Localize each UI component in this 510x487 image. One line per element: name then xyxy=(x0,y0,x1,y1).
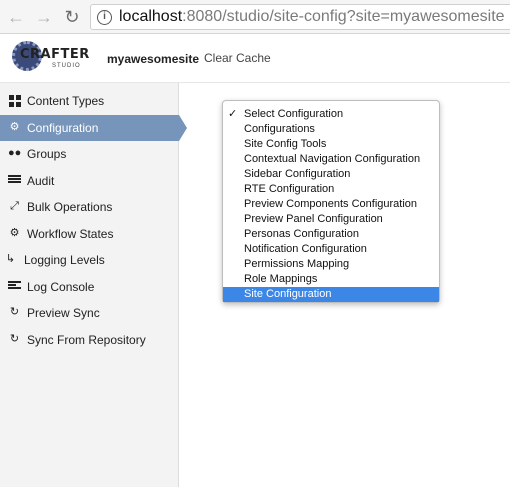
option-rte-configuration[interactable]: RTE Configuration xyxy=(223,182,439,197)
option-configurations[interactable]: Configurations xyxy=(223,122,439,137)
refresh-icon: ↻ xyxy=(9,306,20,318)
logo-text: CRAFTER xyxy=(20,47,90,62)
reload-icon[interactable]: ↻ xyxy=(62,7,82,27)
sidebar: Content Types ⚙ Configuration ●● Groups … xyxy=(0,83,187,487)
option-label: Preview Components Configuration xyxy=(244,198,418,210)
option-permissions-mapping[interactable]: Permissions Mapping xyxy=(223,257,439,272)
sidebar-item-content-types[interactable]: Content Types xyxy=(0,88,179,114)
align-left-icon xyxy=(8,280,21,293)
site-name[interactable]: myawesomesite xyxy=(107,52,199,66)
option-site-config-tools[interactable]: Site Config Tools xyxy=(223,137,439,152)
option-sidebar-configuration[interactable]: Sidebar Configuration xyxy=(223,167,439,182)
option-personas-configuration[interactable]: Personas Configuration xyxy=(223,227,439,242)
option-preview-panel-configuration[interactable]: Preview Panel Configuration xyxy=(223,212,439,227)
sidebar-item-audit[interactable]: Audit xyxy=(0,168,179,194)
option-label: RTE Configuration xyxy=(244,183,335,195)
option-label: Site Configuration xyxy=(244,288,332,300)
sidebar-item-label: Groups xyxy=(27,147,67,161)
option-label: Site Config Tools xyxy=(244,138,327,150)
cog-icon: ⚙ xyxy=(9,227,20,239)
option-label: Notification Configuration xyxy=(244,243,367,255)
option-select-configuration[interactable]: ✓ Select Configuration xyxy=(223,107,439,122)
sidebar-item-log-console[interactable]: Log Console xyxy=(0,274,179,300)
url-text[interactable]: localhost:8080/studio/site-config?site=m… xyxy=(119,8,505,26)
option-label: Permissions Mapping xyxy=(244,258,350,270)
option-notification-configuration[interactable]: Notification Configuration xyxy=(223,242,439,257)
grid-icon xyxy=(8,94,21,107)
sidebar-item-label: Configuration xyxy=(27,121,99,135)
app-header: CRAFTER STUDIO myawesomesite Clear Cache xyxy=(0,35,510,83)
logo-subtext: STUDIO xyxy=(52,63,81,69)
url-host: localhost xyxy=(119,8,183,25)
option-site-configuration[interactable]: Site Configuration xyxy=(223,287,439,302)
back-arrow-icon[interactable]: ← xyxy=(6,7,26,27)
sidebar-item-sync-from-repository[interactable]: ↻ Sync From Repository xyxy=(0,327,179,353)
sidebar-item-groups[interactable]: ●● Groups xyxy=(0,141,179,167)
sidebar-item-label: Preview Sync xyxy=(27,306,100,320)
option-label: Contextual Navigation Configuration xyxy=(244,153,421,165)
option-label: Preview Panel Configuration xyxy=(244,213,383,225)
users-icon: ●● xyxy=(8,147,22,159)
list-icon xyxy=(8,174,21,187)
option-contextual-navigation-configuration[interactable]: Contextual Navigation Configuration xyxy=(223,152,439,167)
sidebar-item-configuration[interactable]: ⚙ Configuration xyxy=(0,115,187,141)
configuration-select-dropdown[interactable]: ✓ Select Configuration Configurations Sit… xyxy=(222,100,440,303)
sidebar-item-label: Workflow States xyxy=(27,227,114,241)
sidebar-item-label: Content Types xyxy=(27,94,105,108)
option-label: Configurations xyxy=(244,123,315,135)
expand-icon: ⤢ xyxy=(10,200,19,212)
level-down-icon: ↳ xyxy=(5,253,16,265)
info-icon[interactable]: i xyxy=(97,10,112,25)
sidebar-item-label: Bulk Operations xyxy=(27,200,113,214)
sidebar-item-label: Audit xyxy=(27,174,55,188)
url-path: :8080/studio/site-config?site=myawesomes… xyxy=(182,8,505,25)
browser-toolbar: ← → ↻ i localhost:8080/studio/site-confi… xyxy=(0,0,510,34)
checkmark-icon: ✓ xyxy=(228,108,238,120)
sidebar-item-preview-sync[interactable]: ↻ Preview Sync xyxy=(0,300,179,326)
option-label: Role Mappings xyxy=(244,273,318,285)
sidebar-item-bulk-operations[interactable]: ⤢ Bulk Operations xyxy=(0,194,179,220)
sidebar-item-logging-levels[interactable]: ↳ Logging Levels xyxy=(0,247,179,273)
address-bar[interactable]: i localhost:8080/studio/site-config?site… xyxy=(90,4,510,30)
refresh-icon: ↻ xyxy=(9,333,20,345)
forward-arrow-icon[interactable]: → xyxy=(34,7,54,27)
crafter-logo[interactable]: CRAFTER STUDIO xyxy=(12,39,89,77)
option-label: Sidebar Configuration xyxy=(244,168,351,180)
option-preview-components-configuration[interactable]: Preview Components Configuration xyxy=(223,197,439,212)
gear-icon: ⚙ xyxy=(9,121,20,133)
option-role-mappings[interactable]: Role Mappings xyxy=(223,272,439,287)
sidebar-item-label: Logging Levels xyxy=(24,253,105,267)
option-label: Personas Configuration xyxy=(244,228,359,240)
option-label: Select Configuration xyxy=(244,108,344,120)
sidebar-item-workflow-states[interactable]: ⚙ Workflow States xyxy=(0,221,179,247)
clear-cache-link[interactable]: Clear Cache xyxy=(204,51,271,65)
sidebar-item-label: Log Console xyxy=(27,280,95,294)
sidebar-item-label: Sync From Repository xyxy=(27,333,146,347)
